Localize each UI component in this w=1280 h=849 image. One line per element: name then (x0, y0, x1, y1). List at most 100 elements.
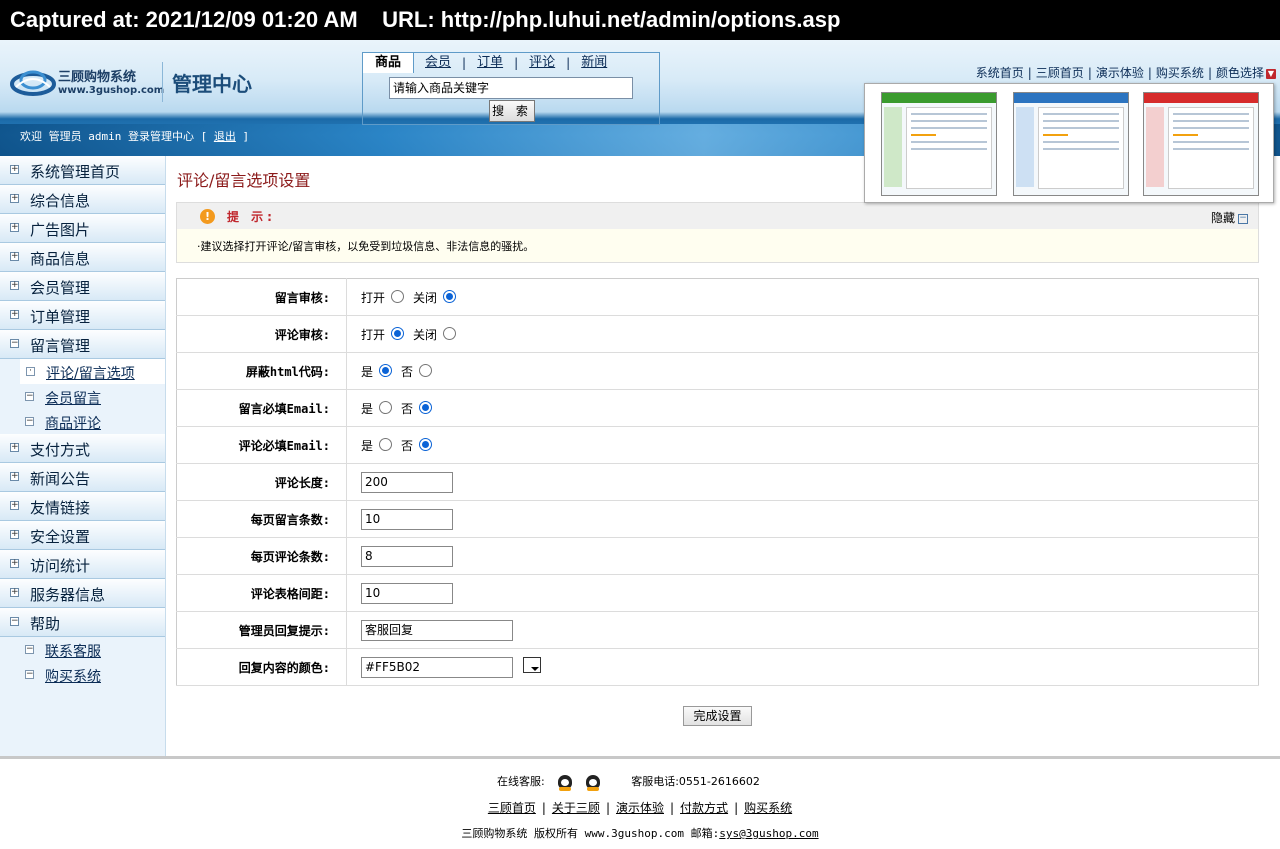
search-tab-goods[interactable]: 商品 (363, 53, 415, 73)
logo-site: www.3gushop.com (58, 85, 165, 96)
option-label: 管理员回复提示: (176, 611, 347, 649)
option-label: 每页评论条数: (176, 537, 347, 575)
sidebar-subitem-member-messages[interactable]: − 会员留言 (0, 384, 165, 409)
search-input[interactable]: 请输入商品关键字 (389, 77, 633, 99)
expand-icon: + (10, 558, 19, 568)
expand-icon: + (10, 222, 19, 232)
footer-link-buy[interactable]: 购买系统 (744, 801, 792, 815)
capture-banner: Captured at: 2021/12/09 01:20 AM URL: ht… (0, 0, 1280, 40)
radio-comment-review-close[interactable] (443, 326, 457, 340)
radio-guestbook-review-close[interactable] (443, 289, 457, 303)
collapse-icon: − (10, 616, 19, 626)
comment-length-input[interactable]: 200 (361, 471, 453, 493)
footer-copyright: 三顾购物系统 版权所有 www.3gushop.com 邮箱:sys@3gush… (0, 825, 1280, 841)
search-panel: 商品 会员 | 订单 | 评论 | 新闻 请输入商品关键字 搜 索 (362, 52, 660, 125)
page-icon: − (25, 644, 34, 654)
radio-comment-email-no[interactable] (419, 437, 433, 451)
qq-icon[interactable] (558, 775, 573, 791)
link-buy[interactable]: 购买系统 (1156, 66, 1204, 80)
sidebar-subitem-buy-system[interactable]: − 购买系统 (0, 662, 165, 687)
reply-color-input[interactable]: #FF5B02 (361, 656, 513, 678)
tip-title: 提 示: (227, 210, 276, 224)
radio-block-html-yes[interactable] (379, 363, 393, 377)
email-link[interactable]: sys@3gushop.com (719, 827, 818, 840)
collapse-icon: − (1238, 212, 1248, 224)
sidebar-item-members[interactable]: + 会员管理 (0, 272, 165, 301)
sidebar-subitem-product-reviews[interactable]: − 商品评论 (0, 409, 165, 434)
sidebar-item-system-home[interactable]: + 系统管理首页 (0, 156, 165, 185)
radio-comment-email-yes[interactable] (379, 437, 393, 451)
theme-green-thumbnail[interactable] (881, 92, 997, 196)
expand-icon: + (10, 251, 19, 261)
sidebar-item-payment[interactable]: + 支付方式 (0, 434, 165, 463)
guestbook-per-page-input[interactable]: 10 (361, 508, 453, 530)
sidebar-subitem-comment-options[interactable]: · 评论/留言选项 (20, 359, 165, 384)
support-phone: 客服电话:0551-2616602 (631, 775, 760, 788)
theme-blue-thumbnail[interactable] (1013, 92, 1129, 196)
search-tab-members[interactable]: 会员 (414, 53, 462, 73)
save-settings-button[interactable]: 完成设置 (683, 706, 752, 726)
logo[interactable]: 三顾购物系统 www.3gushop.com (10, 65, 170, 101)
page-icon: − (25, 416, 34, 426)
top-links: 系统首页 | 三顾首页 | 演示体验 | 购买系统 | 颜色选择 ▼ (975, 66, 1276, 80)
search-button[interactable]: 搜 索 (489, 100, 535, 122)
expand-icon: + (10, 500, 19, 510)
search-tab-news[interactable]: 新闻 (570, 53, 618, 73)
sidebar-item-goods[interactable]: + 商品信息 (0, 243, 165, 272)
sidebar-item-general-info[interactable]: + 综合信息 (0, 185, 165, 214)
radio-comment-review-open[interactable] (391, 326, 405, 340)
theme-red-thumbnail[interactable] (1143, 92, 1259, 196)
expand-icon: + (10, 587, 19, 597)
radio-guestbook-email-no[interactable] (419, 400, 433, 414)
option-value: 是否 (346, 389, 1259, 427)
footer-link-demo[interactable]: 演示体验 (616, 801, 664, 815)
online-support-label: 在线客服: (497, 775, 545, 788)
admin-title: 管理中心 (172, 72, 252, 96)
link-color-select[interactable]: 颜色选择 (1216, 66, 1264, 80)
option-value: 打开 关闭 (346, 315, 1259, 353)
options-table: 留言审核: 打开 关闭 评论审核: 打开 关闭 屏蔽html代码: 是否 留言必填E… (176, 278, 1259, 686)
comment-spacing-input[interactable]: 10 (361, 582, 453, 604)
footer: 在线客服: 客服电话:0551-2616602 三顾首页 | 关于三顾 | 演示体验 | 付… (0, 756, 1280, 849)
search-tab-orders[interactable]: 订单 (466, 53, 514, 73)
expand-icon: + (10, 529, 19, 539)
sidebar-item-links[interactable]: + 友情链接 (0, 492, 165, 521)
footer-link-home[interactable]: 三顾首页 (488, 801, 536, 815)
expand-icon: + (10, 442, 19, 452)
sidebar-item-orders[interactable]: + 订单管理 (0, 301, 165, 330)
option-value: 8 (346, 537, 1259, 575)
option-label: 评论长度: (176, 463, 347, 501)
hide-tip-button[interactable]: 隐藏 − (1211, 209, 1248, 226)
footer-link-payment[interactable]: 付款方式 (680, 801, 728, 815)
sidebar-item-news[interactable]: + 新闻公告 (0, 463, 165, 492)
search-tab-comments[interactable]: 评论 (518, 53, 566, 73)
footer-contact: 在线客服: 客服电话:0551-2616602 (497, 773, 760, 791)
sidebar-item-security[interactable]: + 安全设置 (0, 521, 165, 550)
chevron-down-icon[interactable]: ▼ (1266, 68, 1276, 79)
option-value: 200 (346, 463, 1259, 501)
table-row: 留言审核: 打开 关闭 (176, 278, 1259, 316)
sidebar-item-guestbook[interactable]: − 留言管理 (0, 330, 165, 359)
table-row: 评论表格间距: 10 (176, 574, 1259, 612)
sidebar: + 系统管理首页 + 综合信息 + 广告图片 + 商品信息 + 会员管理 + 订单管理 − 留… (0, 156, 166, 756)
footer-link-about[interactable]: 关于三顾 (552, 801, 600, 815)
warning-icon: ! (200, 209, 215, 224)
sidebar-item-help[interactable]: − 帮助 (0, 608, 165, 637)
sidebar-item-stats[interactable]: + 访问统计 (0, 550, 165, 579)
sidebar-item-ad-images[interactable]: + 广告图片 (0, 214, 165, 243)
radio-guestbook-email-yes[interactable] (379, 400, 393, 414)
color-picker-icon[interactable] (523, 657, 541, 673)
link-system-home[interactable]: 系统首页 (976, 66, 1024, 80)
link-demo[interactable]: 演示体验 (1096, 66, 1144, 80)
radio-guestbook-review-open[interactable] (391, 289, 405, 303)
color-theme-popup (864, 83, 1274, 203)
admin-reply-hint-input[interactable]: 客服回复 (361, 619, 513, 641)
qq-icon[interactable] (585, 775, 600, 791)
table-row: 评论必填Email: 是否 (176, 426, 1259, 464)
logout-link[interactable]: 退出 (214, 130, 236, 143)
sidebar-subitem-contact-support[interactable]: − 联系客服 (0, 637, 165, 662)
comments-per-page-input[interactable]: 8 (361, 545, 453, 567)
sidebar-item-server-info[interactable]: + 服务器信息 (0, 579, 165, 608)
radio-block-html-no[interactable] (419, 363, 433, 377)
link-3gu-home[interactable]: 三顾首页 (1036, 66, 1084, 80)
